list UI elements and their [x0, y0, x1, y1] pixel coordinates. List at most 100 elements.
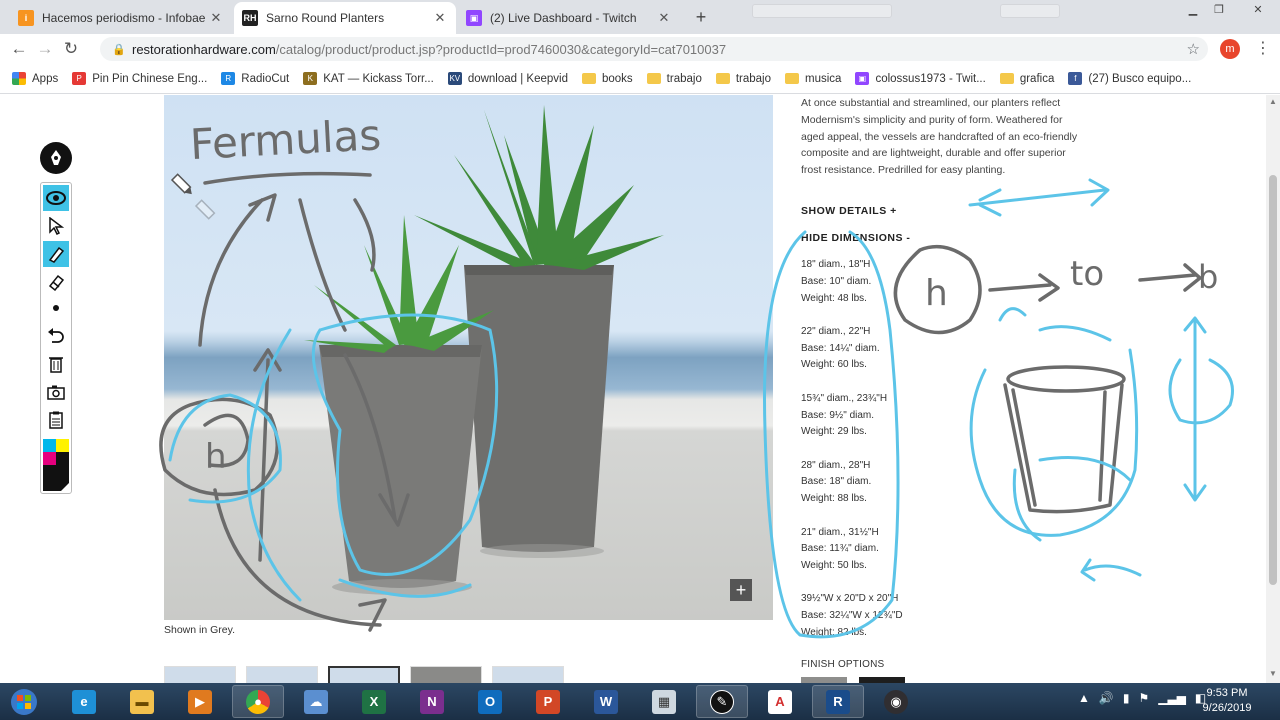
camera-icon[interactable] [43, 379, 69, 405]
address-bar[interactable]: 🔒 restorationhardware.com/catalog/produc… [100, 37, 1208, 61]
bookmark-folder[interactable]: books [581, 73, 633, 85]
back-arrow-icon[interactable]: ← [6, 36, 32, 62]
browser-toolbar: ← → ↻ 🔒 restorationhardware.com/catalog/… [0, 34, 1280, 64]
background-window-field [752, 4, 892, 18]
media-player-icon[interactable]: ▶ [174, 685, 226, 718]
revit-icon[interactable]: R [812, 685, 864, 718]
action-center-flag-icon[interactable]: ⚑ [1138, 691, 1149, 705]
hide-dimensions-toggle[interactable]: HIDE DIMENSIONS - [801, 232, 910, 244]
bookmark-item[interactable]: ▣ colossus1973 - Twit... [855, 72, 986, 85]
bookmark-item[interactable]: f (27) Busco equipo... [1068, 72, 1191, 85]
thumbnail[interactable] [246, 666, 318, 683]
dimension-group: 15¾" diam., 23¾"H Base: 9½" diam. Weight… [801, 392, 888, 438]
bookmark-folder[interactable]: musica [785, 73, 841, 85]
background-window-field [1000, 4, 1060, 18]
thumbnail[interactable] [410, 666, 482, 683]
bookmark-star-icon[interactable]: ☆ [1187, 40, 1200, 58]
tab-infobae[interactable]: i Hacemos periodismo - Infobae ✕ [10, 2, 232, 34]
trash-icon[interactable] [43, 351, 69, 377]
minimize-icon[interactable]: ▁ [1180, 0, 1206, 18]
swatch-cyan [43, 439, 56, 452]
thumbnail-strip [164, 666, 564, 683]
cursor-arrow-icon[interactable] [43, 213, 69, 239]
folder-icon [999, 73, 1014, 84]
annotation-tools-panel [40, 182, 72, 494]
undo-icon[interactable] [43, 323, 69, 349]
eye-icon[interactable] [43, 185, 69, 211]
taskbar-clock[interactable]: 9:53 PM 9/26/2019 [1192, 686, 1262, 716]
obs-icon[interactable]: ◉ [870, 685, 922, 718]
powerpoint-icon[interactable]: P [522, 685, 574, 718]
color-palette[interactable] [43, 439, 69, 491]
tab-twitch[interactable]: ▣ (2) Live Dashboard - Twitch ✕ [458, 2, 680, 34]
folder-icon [785, 73, 800, 84]
infobae-icon: i [18, 10, 34, 26]
new-tab-button[interactable]: + [689, 5, 713, 29]
bookmark-item[interactable]: K KAT — Kickass Torr... [303, 72, 434, 85]
thumbnail[interactable] [492, 666, 564, 683]
tab-sarno-planters[interactable]: RH Sarno Round Planters ✕ [234, 2, 456, 34]
onenote-icon[interactable]: N [406, 685, 458, 718]
close-tab-icon[interactable]: ✕ [208, 10, 224, 26]
internet-explorer-icon[interactable]: e [58, 685, 110, 718]
volume-icon[interactable]: 🔊 [1099, 691, 1114, 705]
show-details-toggle[interactable]: SHOW DETAILS + [801, 205, 897, 217]
excel-icon[interactable]: X [348, 685, 400, 718]
forward-arrow-icon[interactable]: → [32, 36, 58, 62]
folder-icon [715, 73, 730, 84]
show-hidden-icons-icon[interactable]: ▲ [1078, 691, 1090, 705]
zoom-plus-button[interactable]: + [730, 579, 752, 601]
cloud-app-icon[interactable]: ☁ [290, 685, 342, 718]
bookmark-item[interactable]: R RadioCut [221, 72, 289, 85]
dimension-group: 18" diam., 18"H Base: 10" diam. Weight: … [801, 259, 872, 304]
scroll-down-icon[interactable]: ▼ [1266, 669, 1280, 681]
pen-icon[interactable] [43, 241, 69, 267]
thumbnail[interactable] [164, 666, 236, 683]
thumbnail-selected[interactable] [328, 666, 400, 683]
annotation-toolbar [40, 142, 72, 494]
dimensions-list: 18" diam., 18"H Base: 10" diam. Weight: … [801, 257, 903, 658]
bookmark-apps[interactable]: Apps [12, 72, 58, 85]
twitch-icon: ▣ [466, 10, 482, 26]
close-tab-icon[interactable]: ✕ [656, 10, 672, 26]
epic-pen-icon[interactable]: ✎ [696, 685, 748, 718]
bookmark-folder[interactable]: trabajo [715, 73, 771, 85]
highlighter-icon[interactable] [43, 269, 69, 295]
page-scrollbar[interactable]: ▲ ▼ [1266, 95, 1280, 683]
product-photo[interactable] [164, 95, 773, 620]
windows-start-icon[interactable] [4, 684, 44, 719]
bookmark-folder[interactable]: grafica [999, 73, 1054, 85]
bookmark-folder[interactable]: trabajo [646, 73, 702, 85]
brush-size-icon[interactable] [43, 295, 69, 321]
chrome-icon[interactable]: ● [232, 685, 284, 718]
acrobat-icon[interactable]: A [754, 685, 806, 718]
battery-icon[interactable]: ▮ [1123, 691, 1130, 705]
bookmark-item[interactable]: KV download | Keepvid [447, 72, 568, 85]
twitch-icon: ▣ [855, 72, 870, 85]
finish-options-label: FINISH OPTIONS [801, 659, 885, 670]
file-explorer-icon[interactable]: ▬ [116, 685, 168, 718]
product-page: + Shown in Grey. At once substantial and… [0, 95, 1280, 683]
word-icon[interactable]: W [580, 685, 632, 718]
swatch-magenta [43, 452, 56, 465]
reload-icon[interactable]: ↻ [58, 36, 84, 62]
clipboard-icon[interactable] [43, 407, 69, 433]
profile-avatar[interactable]: m [1220, 39, 1240, 59]
scroll-up-icon[interactable]: ▲ [1266, 97, 1280, 109]
network-signal-icon[interactable]: ▁▃▅ [1158, 691, 1186, 705]
dimension-group: 39½"W x 20"D x 20"H Base: 32¼"W x 12¾"D … [801, 593, 903, 639]
bookmark-item[interactable]: P Pin Pin Chinese Eng... [72, 72, 207, 85]
facebook-icon: f [1068, 72, 1083, 85]
pen-logo-icon[interactable] [40, 142, 72, 174]
pinpin-icon: P [72, 72, 87, 85]
system-tray: ▲ 🔊 ▮ ⚑ ▁▃▅ ◧ [1078, 691, 1206, 705]
close-tab-icon[interactable]: ✕ [432, 10, 448, 26]
close-window-icon[interactable]: ✕ [1238, 0, 1278, 18]
dimension-group: 21" diam., 31½"H Base: 11¾" diam. Weight… [801, 526, 879, 572]
scrollbar-thumb[interactable] [1269, 175, 1277, 585]
calculator-icon[interactable]: ▦ [638, 685, 690, 718]
restore-icon[interactable]: ❐ [1206, 0, 1232, 18]
dimension-group: 22" diam., 22"H Base: 14¼" diam. Weight:… [801, 325, 880, 371]
menu-kebab-icon[interactable]: ⋮ [1255, 38, 1271, 58]
outlook-icon[interactable]: O [464, 685, 516, 718]
